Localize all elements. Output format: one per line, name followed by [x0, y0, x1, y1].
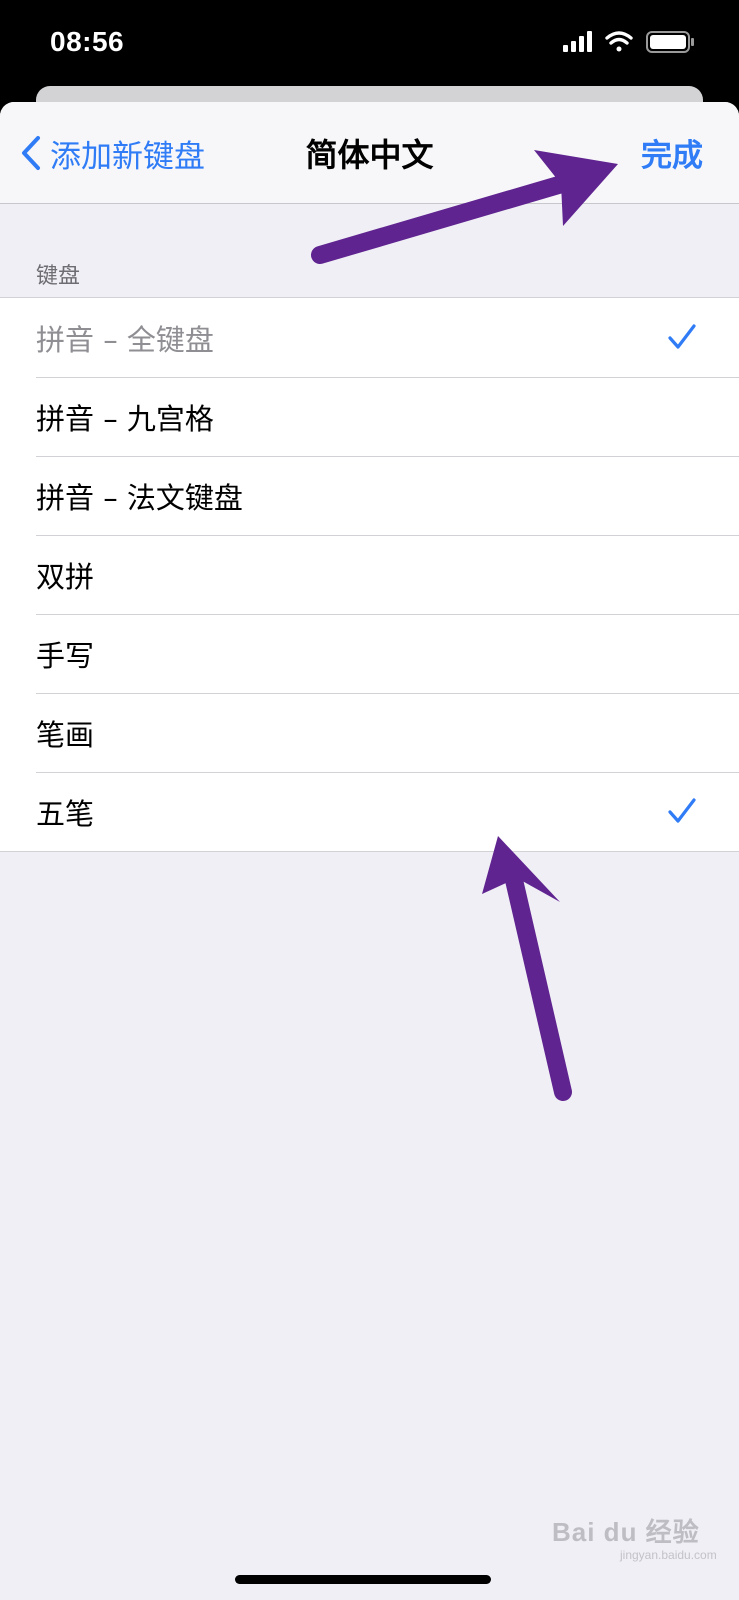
checkmark-icon	[668, 798, 696, 823]
navigation-bar: 添加新键盘 简体中文 完成	[0, 102, 739, 204]
list-item-label: 拼音 – 全键盘	[36, 322, 214, 357]
keyboard-list: 拼音 – 全键盘 拼音 – 九宫格 拼音 – 法文键盘 双拼 手写 笔画 五笔	[0, 297, 739, 852]
list-item[interactable]: 手写	[0, 614, 739, 693]
list-item[interactable]: 五笔	[0, 772, 739, 851]
list-item-label: 五笔	[36, 796, 95, 831]
battery-icon	[646, 31, 694, 53]
list-item-label: 手写	[36, 638, 95, 673]
signal-icon	[563, 31, 592, 52]
status-bar: 08:56	[0, 0, 739, 90]
done-button[interactable]: 完成	[641, 130, 703, 175]
watermark-url: jingyan.baidu.com	[620, 1548, 717, 1562]
list-item-label: 双拼	[36, 559, 95, 594]
list-item[interactable]: 拼音 – 九宫格	[0, 377, 739, 456]
watermark-logo: Bai du 经验	[552, 1517, 700, 1547]
list-item[interactable]: 笔画	[0, 693, 739, 772]
list-item-label: 拼音 – 九宫格	[36, 401, 214, 436]
list-item-label: 拼音 – 法文键盘	[36, 480, 243, 515]
modal-sheet: 添加新键盘 简体中文 完成 键盘 拼音 – 全键盘 拼音 – 九宫格 拼音 – …	[0, 102, 739, 1600]
list-item[interactable]: 拼音 – 全键盘	[0, 298, 739, 377]
section-header: 键盘	[36, 264, 81, 289]
wifi-icon	[605, 31, 633, 52]
status-icons	[559, 28, 709, 56]
list-item-label: 笔画	[36, 717, 95, 752]
status-time: 08:56	[50, 26, 125, 57]
list-item[interactable]: 拼音 – 法文键盘	[0, 456, 739, 535]
list-item[interactable]: 双拼	[0, 535, 739, 614]
home-indicator	[235, 1575, 491, 1584]
checkmark-icon	[668, 324, 696, 349]
page-title: 简体中文	[305, 136, 434, 174]
